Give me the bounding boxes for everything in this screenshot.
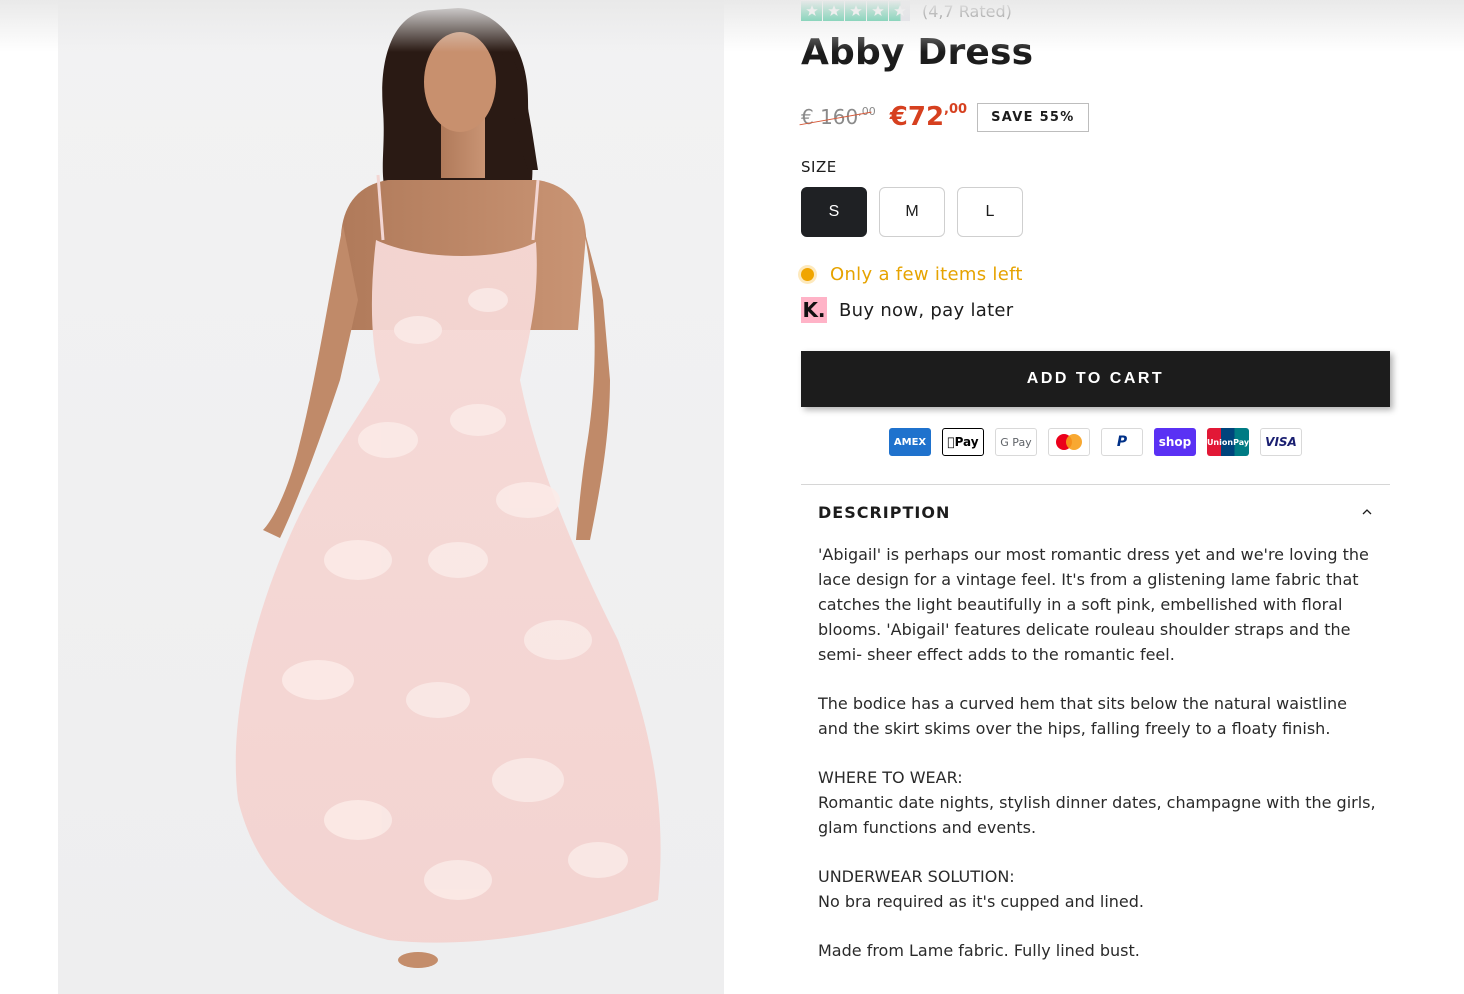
klarna-logo-icon: K. — [801, 297, 827, 323]
star-icon — [867, 1, 888, 21]
chevron-up-icon[interactable] — [1361, 506, 1373, 518]
description-body: 'Abigail' is perhaps our most romantic d… — [818, 542, 1376, 987]
add-to-cart-button[interactable]: ADD TO CART — [801, 351, 1390, 407]
shop-pay-icon: shop — [1154, 428, 1196, 456]
description-header[interactable]: DESCRIPTION — [818, 503, 950, 522]
original-price-cents: ,00 — [858, 105, 876, 118]
stock-indicator: Only a few items left — [801, 264, 1023, 285]
star-half-icon — [889, 1, 910, 21]
underwear-heading: UNDERWEAR SOLUTION: — [818, 867, 1015, 886]
visa-icon: VISA — [1260, 428, 1302, 456]
google-pay-icon: G Pay — [995, 428, 1037, 456]
klarna-info[interactable]: K. Buy now, pay later — [801, 297, 1014, 323]
product-title: Abby Dress — [801, 32, 1034, 73]
where-to-wear-heading: WHERE TO WEAR: — [818, 768, 963, 787]
sale-price: €72,00 — [890, 102, 967, 132]
paypal-label: P — [1116, 434, 1128, 450]
size-option-s[interactable]: S — [801, 187, 867, 237]
original-price-amount: € 160 — [801, 105, 859, 129]
size-label: SIZE — [801, 158, 837, 176]
mastercard-icon — [1048, 428, 1090, 456]
rating-text: (4,7 Rated) — [922, 1, 1012, 21]
star-icon — [801, 1, 822, 21]
payment-methods: AMEX Pay G Pay P shop UnionPay VISA — [889, 428, 1302, 456]
dress-model-illustration — [235, 8, 661, 968]
where-to-wear-section: WHERE TO WEAR: Romantic date nights, styl… — [818, 765, 1376, 840]
trustpilot-stars — [801, 1, 910, 21]
price-row: € 160,00 €72,00 SAVE 55% — [801, 100, 1089, 134]
klarna-text: Buy now, pay later — [839, 299, 1014, 321]
star-icon — [823, 1, 844, 21]
original-price: € 160,00 — [801, 105, 876, 129]
section-divider — [801, 484, 1390, 485]
description-paragraph: The bodice has a curved hem that sits be… — [818, 694, 1347, 738]
size-selector: S M L — [801, 187, 1023, 237]
paypal-icon: P — [1101, 428, 1143, 456]
rating-summary[interactable]: (4,7 Rated) — [801, 0, 1012, 22]
sale-price-amount: €72 — [889, 102, 945, 132]
sale-price-cents: ,00 — [944, 102, 968, 117]
fabric-text: Made from Lame fabric. Fully lined bust. — [818, 941, 1140, 960]
product-info-panel: (4,7 Rated) Abby Dress € 160,00 €72,00 S… — [801, 0, 1391, 994]
unionpay-icon: UnionPay — [1207, 428, 1249, 456]
stock-status-dot-icon — [801, 268, 814, 281]
star-icon — [845, 1, 866, 21]
apple-pay-label: Pay — [950, 435, 979, 449]
where-to-wear-text: Romantic date nights, stylish dinner dat… — [818, 793, 1376, 837]
underwear-text: No bra required as it's cupped and lined… — [818, 892, 1144, 911]
stock-text: Only a few items left — [830, 264, 1023, 285]
underwear-section: UNDERWEAR SOLUTION: No bra required as it… — [818, 864, 1376, 914]
amex-icon: AMEX — [889, 428, 931, 456]
product-image[interactable] — [58, 0, 724, 994]
apple-pay-icon: Pay — [942, 428, 984, 456]
description-paragraph: 'Abigail' is perhaps our most romantic d… — [818, 545, 1369, 664]
save-badge: SAVE 55% — [977, 102, 1089, 132]
size-option-m[interactable]: M — [879, 187, 945, 237]
size-option-l[interactable]: L — [957, 187, 1023, 237]
